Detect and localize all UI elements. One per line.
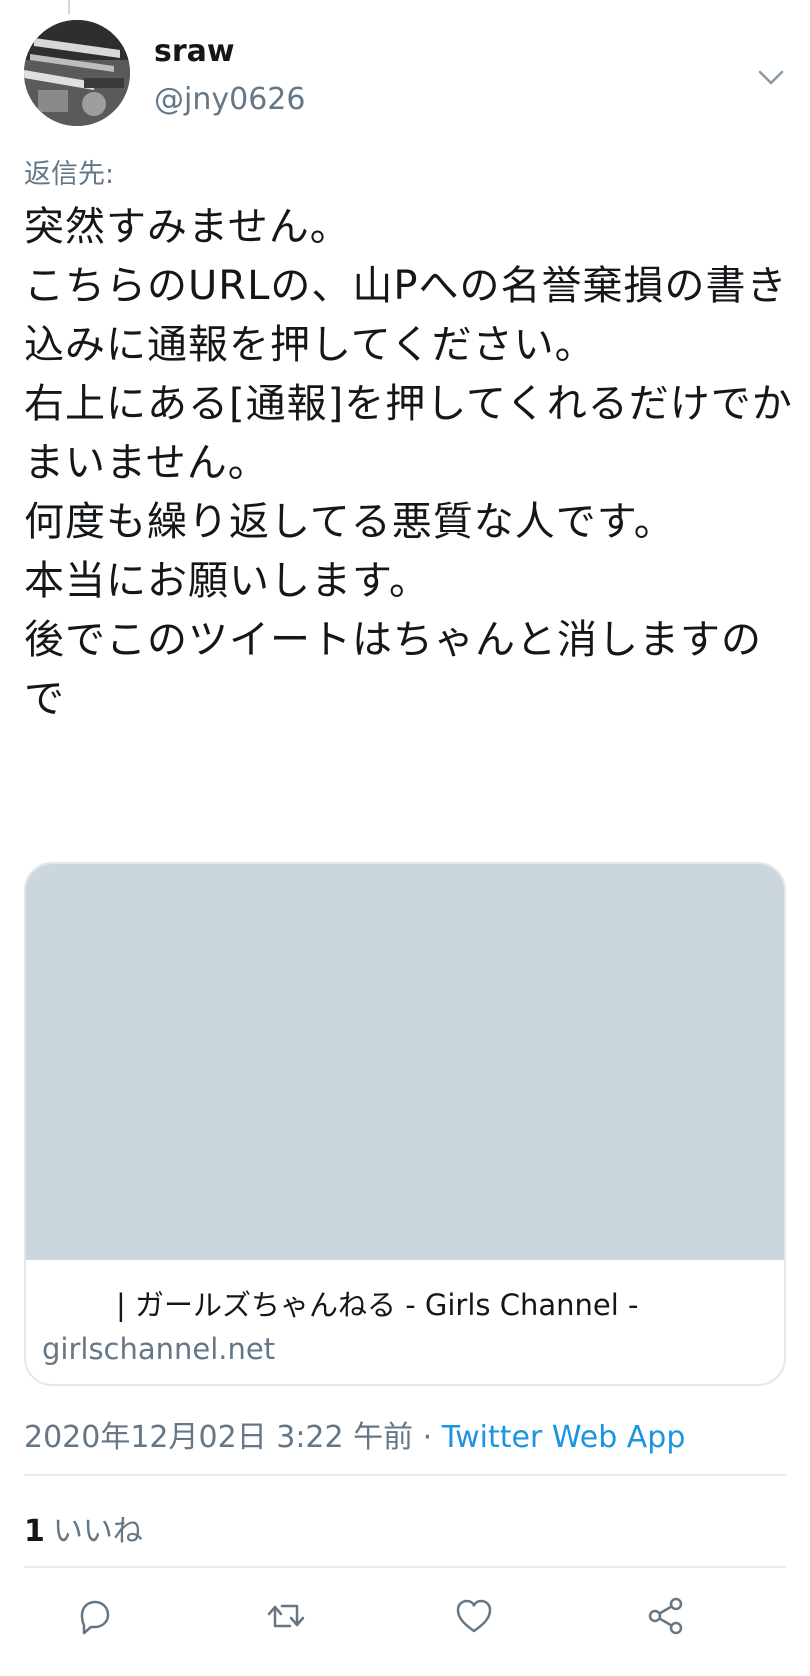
card-title: | ガールズちゃんねる - Girls Channel - xyxy=(116,1288,639,1322)
chevron-down-icon[interactable] xyxy=(754,60,788,94)
user-handle[interactable]: @jny0626 xyxy=(154,82,305,117)
divider xyxy=(24,1566,786,1568)
source-link[interactable]: Twitter Web App xyxy=(442,1420,686,1455)
display-name[interactable]: sraw xyxy=(154,34,235,69)
tweet-header: sraw @jny0626 xyxy=(24,20,794,130)
reply-to-label[interactable]: 返信先: xyxy=(24,152,114,191)
share-icon[interactable] xyxy=(644,1594,688,1638)
like-count-label: いいね xyxy=(52,1514,143,1549)
timestamp[interactable]: 2020年12月02日 3:22 午前 xyxy=(24,1420,413,1455)
reply-icon[interactable] xyxy=(72,1594,116,1638)
like-count-number: 1 xyxy=(24,1514,45,1549)
heart-icon[interactable] xyxy=(452,1594,496,1638)
divider xyxy=(24,1474,786,1476)
tweet-text: 突然すみません。 こちらのURLの、山Pへの名誉棄損の書き込みに通報を押してくだ… xyxy=(24,204,793,722)
likes-count[interactable]: 1 いいね xyxy=(24,1506,143,1550)
card-domain: girlschannel.net xyxy=(42,1332,276,1366)
avatar[interactable] xyxy=(24,20,130,126)
card-image-placeholder xyxy=(26,864,784,1260)
meta-separator: · xyxy=(413,1420,442,1455)
tweet-meta: 2020年12月02日 3:22 午前 · Twitter Web App xyxy=(24,1412,685,1456)
link-card[interactable]: | ガールズちゃんねる - Girls Channel - girlschann… xyxy=(24,862,786,1386)
retweet-icon[interactable] xyxy=(264,1594,308,1638)
thread-connector-line xyxy=(68,0,70,14)
action-bar xyxy=(24,1588,786,1648)
